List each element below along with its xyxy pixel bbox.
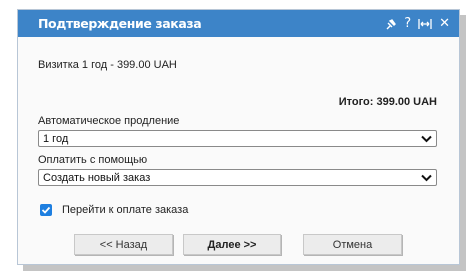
payment-select[interactable]: Создать новый заказ [38, 169, 437, 186]
close-icon[interactable]: ✕ [439, 17, 450, 30]
payment-select-value: Создать новый заказ [43, 171, 151, 184]
proceed-to-payment-label: Перейти к оплате заказа [62, 204, 189, 216]
next-button[interactable]: Далее >> [183, 234, 281, 255]
titlebar-controls: ? ✕ [385, 17, 450, 30]
proceed-to-payment-row: Перейти к оплате заказа [40, 204, 188, 216]
order-product-line: Визитка 1 год - 399.00 UAH [38, 59, 177, 71]
order-confirmation-dialog: Подтверждение заказа ? ✕ Визитка 1 год -… [17, 9, 460, 265]
renewal-label: Автоматическое продление [38, 115, 180, 127]
dialog-titlebar[interactable]: Подтверждение заказа ? ✕ [18, 10, 459, 37]
resize-icon[interactable] [418, 18, 432, 30]
chevron-down-icon [420, 133, 432, 145]
proceed-to-payment-checkbox[interactable] [40, 204, 52, 216]
help-icon[interactable]: ? [404, 17, 411, 30]
renewal-select[interactable]: 1 год [38, 130, 437, 147]
cancel-button[interactable]: Отмена [303, 234, 402, 255]
checkmark-icon [41, 206, 51, 214]
order-total: Итого: 399.00 UAH [338, 96, 437, 108]
chevron-down-icon [420, 172, 432, 184]
dialog-body: Визитка 1 год - 399.00 UAH Итого: 399.00… [18, 37, 459, 264]
renewal-select-value: 1 год [43, 132, 69, 145]
pin-icon[interactable] [385, 18, 397, 30]
back-button[interactable]: << Назад [74, 234, 173, 255]
dialog-title: Подтверждение заказа [38, 16, 202, 31]
payment-label: Оплатить с помощью [38, 154, 148, 166]
